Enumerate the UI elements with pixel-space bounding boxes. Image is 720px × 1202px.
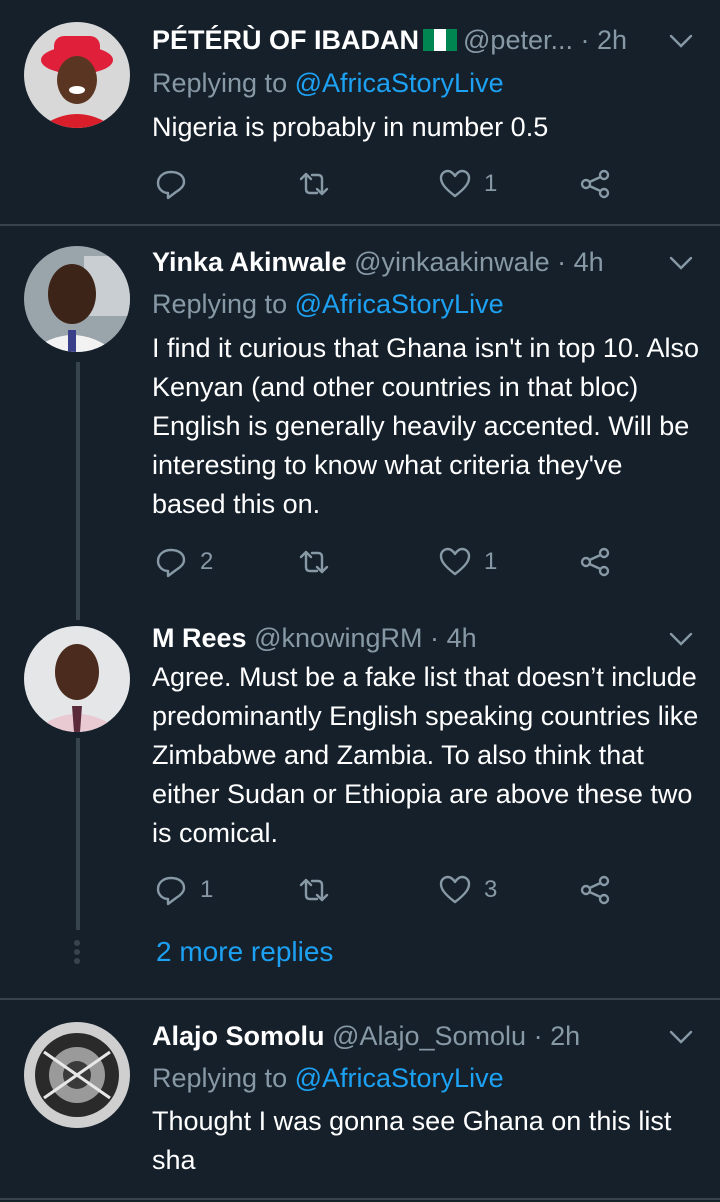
thread-ellipsis xyxy=(74,940,80,967)
chevron-down-icon[interactable] xyxy=(668,626,694,652)
reply-count: 2 xyxy=(200,548,214,575)
reply-button[interactable] xyxy=(154,164,200,204)
avatar[interactable] xyxy=(24,626,130,732)
retweet-button[interactable] xyxy=(297,542,343,582)
handle[interactable]: @Alajo_Somolu xyxy=(332,1021,526,1051)
share-button[interactable] xyxy=(578,870,612,910)
replying-to-label: Replying to xyxy=(152,289,288,319)
avatar[interactable] xyxy=(24,1022,130,1128)
handle[interactable]: @peter... xyxy=(463,25,573,55)
separator: · xyxy=(580,25,590,55)
nigeria-flag-icon xyxy=(423,28,457,51)
display-name[interactable]: Yinka Akinwale xyxy=(152,247,347,277)
reply-button[interactable]: 2 xyxy=(154,542,213,582)
tweet-text: I find it curious that Ghana isn't in to… xyxy=(152,333,699,519)
tweet-text: Nigeria is probably in number 0.5 xyxy=(152,112,549,142)
share-icon xyxy=(580,875,610,905)
tweet-header: Yinka Akinwale @yinkaakinwale · 4h xyxy=(152,242,650,282)
mention-link[interactable]: @AfricaStoryLive xyxy=(295,289,504,319)
reply-count: 1 xyxy=(200,876,214,903)
like-button[interactable]: 1 xyxy=(438,542,497,582)
share-button[interactable] xyxy=(578,164,612,204)
tweet-actions: 1 3 xyxy=(152,870,622,910)
display-name[interactable]: Alajo Somolu xyxy=(152,1021,325,1051)
tweet-peteru[interactable]: PÉTÉRÙ OF IBADAN @peter... · 2h Replying … xyxy=(0,20,720,220)
like-icon xyxy=(439,169,471,198)
handle[interactable]: @knowingRM xyxy=(254,623,422,653)
more-replies-link[interactable]: 2 more replies xyxy=(156,932,333,972)
chevron-down-icon[interactable] xyxy=(668,250,694,276)
share-icon xyxy=(580,169,610,199)
retweet-icon xyxy=(299,878,329,902)
tweet-header: Alajo Somolu @Alajo_Somolu · 2h xyxy=(152,1016,650,1056)
retweet-icon xyxy=(299,172,329,196)
reply-icon xyxy=(156,170,186,200)
like-count: 1 xyxy=(484,548,498,575)
share-icon xyxy=(580,547,610,577)
chevron-down-icon[interactable] xyxy=(668,28,694,54)
separator: · xyxy=(533,1021,543,1051)
tweet-actions: 2 1 xyxy=(152,542,622,582)
tweet-yinka[interactable]: Yinka Akinwale @yinkaakinwale · 4h Reply… xyxy=(0,242,720,602)
timestamp[interactable]: 2h xyxy=(597,25,627,55)
replying-to-label: Replying to xyxy=(152,68,288,98)
tweet-alajo[interactable]: Alajo Somolu @Alajo_Somolu · 2h Replying… xyxy=(0,1016,720,1196)
timestamp[interactable]: 2h xyxy=(550,1021,580,1051)
reply-icon xyxy=(156,548,186,578)
timestamp[interactable]: 4h xyxy=(447,623,477,653)
like-icon xyxy=(439,547,471,576)
replies-feed: PÉTÉRÙ OF IBADAN @peter... · 2h Replying … xyxy=(0,0,720,1202)
tweet-header: M Rees @knowingRM · 4h xyxy=(152,618,650,658)
replying-to: Replying to @AfricaStoryLive xyxy=(152,284,504,324)
reply-button[interactable]: 1 xyxy=(154,870,213,910)
avatar[interactable] xyxy=(24,22,130,128)
replying-to: Replying to @AfricaStoryLive xyxy=(152,1058,504,1098)
timestamp[interactable]: 4h xyxy=(574,247,604,277)
tweet-m-rees[interactable]: M Rees @knowingRM · 4h Agree. Must be a … xyxy=(0,618,720,918)
divider xyxy=(0,1198,720,1200)
avatar[interactable] xyxy=(24,246,130,352)
like-count: 3 xyxy=(484,876,498,903)
like-count: 1 xyxy=(484,170,498,197)
like-button[interactable]: 1 xyxy=(438,164,497,204)
mention-link[interactable]: @AfricaStoryLive xyxy=(295,1063,504,1093)
share-button[interactable] xyxy=(578,542,612,582)
tweet-header: PÉTÉRÙ OF IBADAN @peter... · 2h xyxy=(152,20,650,60)
reply-icon xyxy=(156,876,186,906)
divider xyxy=(0,998,720,1000)
separator: · xyxy=(557,247,567,277)
retweet-button[interactable] xyxy=(297,870,343,910)
divider xyxy=(0,224,720,226)
display-name[interactable]: M Rees xyxy=(152,623,247,653)
tweet-text: Agree. Must be a fake list that doesn’t … xyxy=(152,662,699,848)
retweet-icon xyxy=(299,550,329,574)
mention-link[interactable]: @AfricaStoryLive xyxy=(295,68,504,98)
retweet-button[interactable] xyxy=(297,164,343,204)
like-icon xyxy=(439,875,471,904)
tweet-actions: 1 xyxy=(152,164,622,204)
tweet-text: Thought I was gonna see Ghana on this li… xyxy=(152,1106,672,1175)
display-name[interactable]: PÉTÉRÙ OF IBADAN xyxy=(152,25,419,55)
like-button[interactable]: 3 xyxy=(438,870,497,910)
replying-to-label: Replying to xyxy=(152,1063,288,1093)
handle[interactable]: @yinkaakinwale xyxy=(354,247,550,277)
separator: · xyxy=(430,623,440,653)
chevron-down-icon[interactable] xyxy=(668,1024,694,1050)
replying-to: Replying to @AfricaStoryLive xyxy=(152,63,504,103)
